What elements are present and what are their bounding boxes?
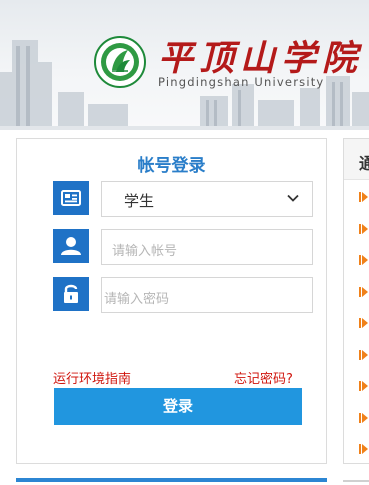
bottom-divider (16, 478, 327, 482)
notice-panel-header: 通 (344, 139, 369, 180)
login-button[interactable]: 登录 (54, 388, 302, 425)
triangle-bullet-icon (359, 349, 368, 360)
password-input[interactable]: 请输入密码 (101, 277, 313, 313)
notice-list-item[interactable] (344, 186, 369, 208)
university-seal-icon (94, 36, 146, 88)
account-input[interactable]: 请输入帐号 (101, 229, 313, 265)
university-name-cn: 平顶山学院 (158, 38, 364, 79)
triangle-bullet-icon (359, 255, 368, 265)
triangle-bullet-icon (359, 381, 368, 391)
header-banner: 平顶山学院 Pingdingshan University (0, 0, 369, 130)
login-title: 帐号登录 (137, 156, 206, 176)
password-input-placeholder: 请输入密码 (104, 292, 170, 307)
login-panel: 帐号登录 学生 请输入帐号 请输入密码 运行环境指南 忘记密码? 登录 (16, 138, 327, 464)
university-name-en: Pingdingshan University (158, 75, 325, 89)
account-input-placeholder: 请输入帐号 (112, 244, 178, 259)
triangle-bullet-icon (359, 223, 368, 234)
triangle-bullet-icon (359, 318, 368, 328)
notice-list-item[interactable] (344, 438, 369, 460)
notice-list-item[interactable] (344, 312, 369, 334)
notice-list-item[interactable] (344, 281, 369, 303)
runtime-guide-link[interactable]: 运行环境指南 (53, 368, 131, 387)
triangle-bullet-icon (359, 192, 368, 202)
forgot-password-link[interactable]: 忘记密码? (234, 368, 293, 387)
notice-list-item[interactable] (344, 344, 369, 366)
role-select[interactable]: 学生 (101, 181, 313, 217)
lock-icon (53, 277, 89, 311)
notice-list-item[interactable] (344, 375, 369, 397)
notice-panel: 通 (343, 138, 369, 464)
id-card-icon (53, 181, 89, 215)
triangle-bullet-icon (359, 444, 368, 454)
role-select-value: 学生 (124, 192, 155, 210)
notice-list-item[interactable] (344, 218, 369, 240)
triangle-bullet-icon (359, 286, 368, 297)
notice-list-item[interactable] (344, 249, 369, 271)
triangle-bullet-icon (359, 412, 368, 423)
notice-panel-title: 通 (359, 154, 369, 173)
chevron-down-icon (287, 194, 299, 202)
notice-list-item[interactable] (344, 407, 369, 429)
user-icon (53, 229, 89, 263)
bottom-divider-right (343, 480, 369, 482)
